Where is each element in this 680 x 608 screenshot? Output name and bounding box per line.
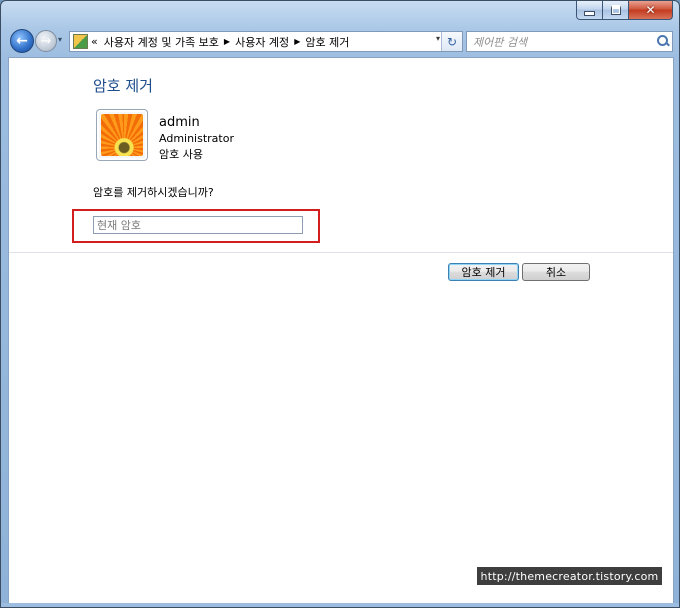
remove-password-button[interactable]: 암호 제거 (448, 263, 519, 281)
breadcrumb-overflow-icon[interactable]: « (91, 35, 98, 48)
content-pane: 암호 제거 admin Administrator 암호 사용 암호를 제거하시… (8, 57, 674, 605)
page-title: 암호 제거 (93, 77, 153, 95)
address-dropdown-icon[interactable]: ▾ (436, 34, 440, 43)
avatar (96, 109, 148, 161)
confirm-question: 암호를 제거하시겠습니까? (93, 186, 214, 199)
back-button[interactable]: ← (10, 29, 34, 53)
breadcrumb: « 사용자 계정 및 가족 보호 ▶ 사용자 계정 ▶ 암호 제거 (91, 34, 349, 50)
breadcrumb-item-user-accounts[interactable]: 사용자 계정 (235, 34, 289, 50)
search-input[interactable]: 제어판 검색 (473, 34, 654, 50)
breadcrumb-separator-icon[interactable]: ▶ (224, 37, 230, 46)
minimize-button[interactable] (576, 1, 603, 20)
minimize-icon (584, 10, 595, 16)
forward-button[interactable]: → (35, 30, 57, 52)
caption-buttons: ✕ (576, 1, 673, 20)
refresh-icon: ↻ (446, 34, 458, 49)
address-bar[interactable]: « 사용자 계정 및 가족 보호 ▶ 사용자 계정 ▶ 암호 제거 ▾ ↻ (69, 31, 463, 52)
breadcrumb-item-family-safety[interactable]: 사용자 계정 및 가족 보호 (104, 34, 219, 50)
divider (9, 252, 673, 253)
refresh-button[interactable]: ↻ (441, 32, 462, 51)
cancel-button[interactable]: 취소 (522, 263, 590, 281)
control-panel-icon (73, 34, 88, 49)
user-name: admin (159, 115, 200, 130)
flower-picture-icon (101, 114, 143, 156)
close-icon: ✕ (645, 3, 656, 17)
forward-arrow-icon: → (40, 33, 52, 49)
breadcrumb-item-remove-password[interactable]: 암호 제거 (305, 34, 349, 50)
user-role: Administrator (159, 132, 234, 145)
watermark: http://themecreator.tistory.com (477, 567, 662, 585)
close-button[interactable]: ✕ (629, 1, 673, 20)
control-panel-window: ✕ ← → ▾ « 사용자 계정 및 가족 보호 ▶ 사용자 계정 ▶ 암호 제… (0, 0, 680, 608)
current-password-field[interactable] (93, 216, 303, 234)
password-status: 암호 사용 (159, 148, 203, 161)
breadcrumb-separator-icon[interactable]: ▶ (294, 37, 300, 46)
maximize-button[interactable] (603, 1, 629, 20)
search-icon[interactable] (654, 32, 672, 51)
window-bottom-frame (1, 603, 679, 607)
recent-pages-dropdown[interactable]: ▾ (58, 35, 62, 44)
maximize-icon (610, 5, 621, 15)
search-box[interactable]: 제어판 검색 (466, 31, 673, 52)
back-arrow-icon: ← (16, 33, 28, 49)
